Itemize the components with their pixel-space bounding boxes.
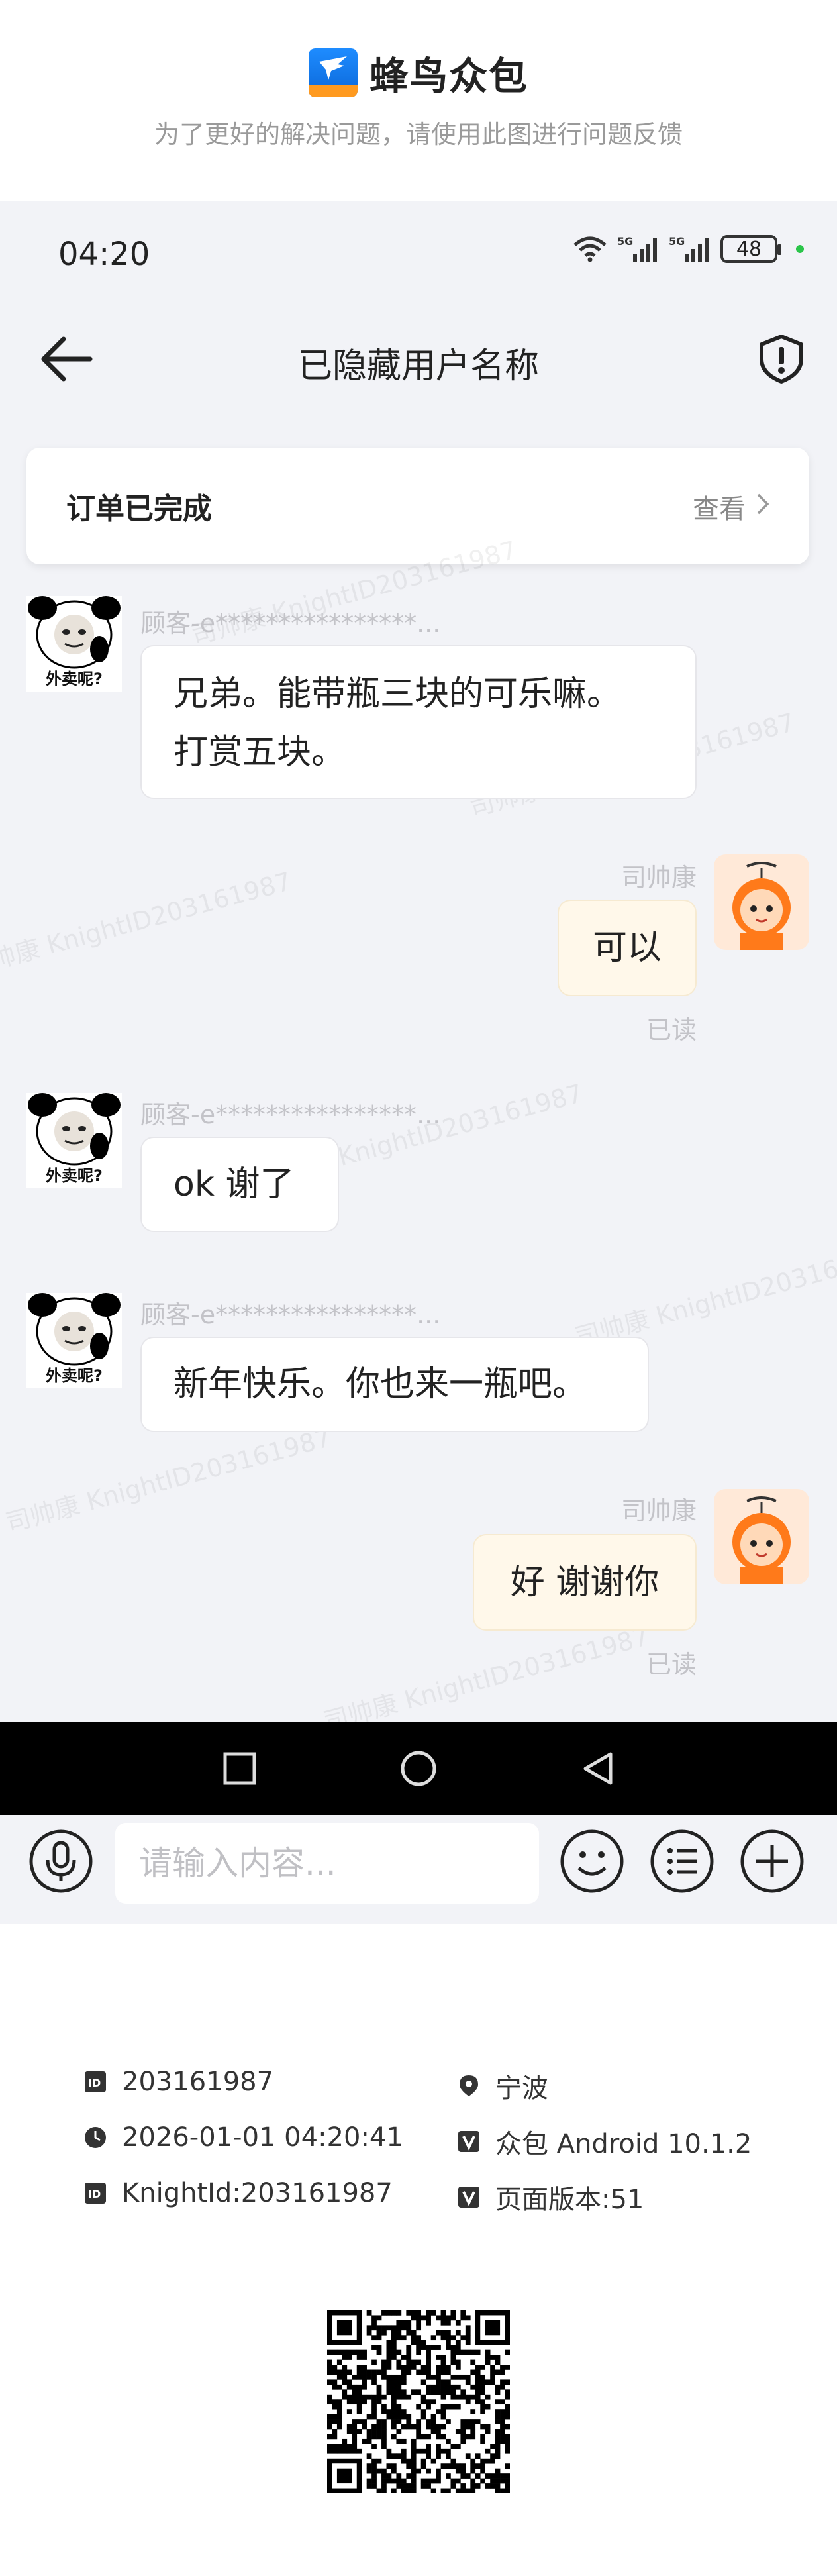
- quick-reply-list-icon[interactable]: [649, 1828, 715, 1894]
- info-location-value: 宁波: [495, 2073, 548, 2104]
- plus-icon[interactable]: [739, 1828, 805, 1894]
- avatar-caption: 外卖呢?: [46, 670, 103, 688]
- sender-name: 顾客-e****************...: [140, 1100, 441, 1129]
- customer-avatar[interactable]: 外卖呢?: [26, 596, 122, 692]
- courier-avatar[interactable]: [714, 1489, 809, 1584]
- courier-avatar[interactable]: [714, 854, 809, 950]
- status-bar: 04:20 5G 5G 48: [0, 201, 837, 307]
- battery-level: 48: [736, 237, 762, 261]
- info-knight-id-value: KnightId:203161987: [122, 2178, 393, 2208]
- app-name: 蜂鸟众包: [369, 54, 528, 99]
- chat-title: 已隐藏用户名称: [297, 346, 539, 386]
- signal-icon-2: 5G: [669, 235, 709, 262]
- info-app-version-value: 众包 Android 10.1.2: [495, 2129, 752, 2159]
- network-label-2: 5G: [669, 235, 685, 248]
- watermark: 司帅康 KnightID203161987: [2, 1423, 334, 1538]
- sender-name: 司帅康: [620, 1496, 697, 1525]
- network-label-1: 5G: [617, 235, 633, 248]
- message-line: 兄弟。能带瓶三块的可乐嘛。: [173, 674, 622, 714]
- info-page-version-value: 页面版本:51: [495, 2185, 644, 2215]
- back-triangle-icon[interactable]: [577, 1749, 617, 1788]
- qr-code-icon: [327, 2310, 510, 2493]
- message-line: 打赏五块。: [173, 733, 346, 772]
- chevron-right-icon: [757, 493, 769, 515]
- info-page-version: 页面版本:51: [457, 2178, 644, 2216]
- svg-text:ID: ID: [88, 2077, 101, 2089]
- svg-text:ID: ID: [88, 2188, 101, 2200]
- hummingbird-logo-icon: [308, 48, 358, 97]
- battery-icon: 48: [720, 235, 781, 263]
- avatar-caption: 外卖呢?: [46, 1366, 103, 1385]
- order-status-card[interactable]: 订单已完成 查看: [26, 448, 809, 564]
- message-bubble[interactable]: 好 谢谢你: [473, 1534, 697, 1631]
- version-badge-icon: [458, 2131, 479, 2152]
- read-receipt: 已读: [646, 1650, 697, 1679]
- home-icon[interactable]: [399, 1749, 438, 1788]
- chat-navbar: 已隐藏用户名称: [0, 307, 837, 407]
- recent-apps-icon[interactable]: [220, 1749, 260, 1788]
- message-bubble[interactable]: 新年快乐。你也来一瓶吧。: [140, 1337, 649, 1432]
- emoji-icon[interactable]: [559, 1828, 625, 1894]
- watermark: 司帅康 KnightID203161987: [571, 1237, 837, 1353]
- read-receipt: 已读: [646, 1015, 697, 1045]
- order-view-link[interactable]: 查看: [693, 488, 746, 526]
- signal-icon: 5G: [617, 235, 657, 262]
- customer-avatar[interactable]: 外卖呢?: [26, 1093, 122, 1188]
- info-id-value: 203161987: [122, 2067, 274, 2097]
- avatar-caption: 外卖呢?: [46, 1166, 103, 1185]
- status-time: 04:20: [58, 236, 150, 273]
- banner-subtitle: 为了更好的解决问题，请使用此图进行问题反馈: [154, 120, 683, 149]
- watermark: 司帅康 KnightID203161987: [320, 1622, 652, 1737]
- message-input[interactable]: [115, 1823, 539, 1904]
- feedback-banner: 蜂鸟众包 为了更好的解决问题，请使用此图进行问题反馈: [0, 0, 837, 199]
- sender-name: 司帅康: [620, 863, 697, 892]
- info-app-version: 众包 Android 10.1.2: [457, 2122, 752, 2161]
- watermark: 司帅康 KnightID203161987: [0, 866, 295, 982]
- location-pin-icon: [460, 2075, 478, 2096]
- message-bubble[interactable]: 可以: [558, 900, 697, 996]
- status-icons: 5G 5G 48: [572, 234, 804, 264]
- sender-name: 顾客-e****************...: [140, 609, 441, 638]
- info-id: ID 203161987: [83, 2067, 273, 2097]
- system-navigation-bar: [0, 1722, 837, 1815]
- shield-alert-icon[interactable]: [755, 333, 808, 386]
- sender-name: 顾客-e****************...: [140, 1300, 441, 1329]
- microphone-icon[interactable]: [28, 1828, 94, 1894]
- message-bubble[interactable]: 兄弟。能带瓶三块的可乐嘛。 打赏五块。: [140, 645, 697, 799]
- brand: 蜂鸟众包: [0, 45, 837, 101]
- chat-input-bar: [0, 1799, 837, 1924]
- info-datetime: 2026-01-01 04:20:41: [83, 2122, 403, 2153]
- charging-dot-icon: [796, 245, 804, 253]
- info-knight-id: ID KnightId:203161987: [83, 2178, 393, 2208]
- id-badge-icon: ID: [85, 2071, 106, 2092]
- info-location: 宁波: [457, 2067, 548, 2105]
- customer-avatar[interactable]: 外卖呢?: [26, 1293, 122, 1388]
- message-bubble[interactable]: ok 谢了: [140, 1137, 339, 1232]
- id-badge-icon: ID: [85, 2183, 106, 2204]
- order-status: 订单已完成: [66, 492, 212, 526]
- chat-screen: 04:20 5G 5G 48 已隐藏用户名称 订单已完成 查看 司帅康 Knig…: [0, 201, 837, 1924]
- version-badge-icon: [458, 2187, 479, 2208]
- wifi-icon: [573, 236, 607, 262]
- clock-icon: [85, 2127, 106, 2148]
- info-datetime-value: 2026-01-01 04:20:41: [122, 2122, 403, 2153]
